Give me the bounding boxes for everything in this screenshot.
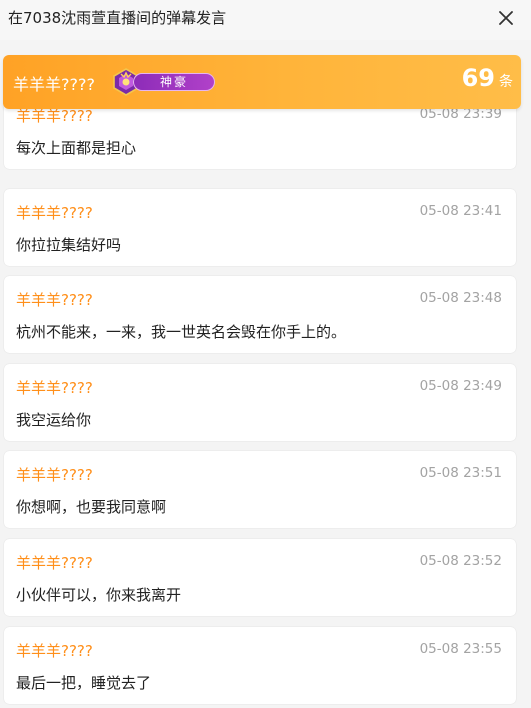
message-time: 05-08 23:41 bbox=[419, 203, 502, 219]
message-sender: 羊羊羊???? bbox=[16, 554, 93, 572]
message-text: 小伙伴可以，你来我离开 bbox=[16, 586, 182, 604]
message-sender: 羊羊羊???? bbox=[16, 379, 93, 397]
message-count-number: 69 bbox=[461, 64, 495, 92]
noble-badge: 神豪 bbox=[111, 68, 217, 96]
danmaku-history-window: 羊羊羊???? 05-08 23:39 每次上面都是担心 羊羊羊???? 05-… bbox=[0, 0, 531, 708]
title-bar: 在7038沈雨萱直播间的弹幕发言 bbox=[0, 0, 531, 40]
message-time: 05-08 23:49 bbox=[419, 378, 502, 394]
message-card: 羊羊羊???? 05-08 23:51 你想啊，也要我同意啊 bbox=[4, 451, 516, 528]
message-time: 05-08 23:48 bbox=[419, 290, 502, 306]
message-time: 05-08 23:52 bbox=[419, 553, 502, 569]
close-icon bbox=[499, 11, 513, 25]
badge-label: 神豪 bbox=[159, 75, 188, 89]
message-sender: 羊羊羊???? bbox=[16, 642, 93, 660]
message-count: 69 条 bbox=[462, 64, 513, 92]
message-text: 我空运给你 bbox=[16, 411, 92, 429]
window-title: 在7038沈雨萱直播间的弹幕发言 bbox=[8, 9, 227, 27]
message-text: 你拉拉集结好吗 bbox=[16, 236, 122, 254]
message-card: 羊羊羊???? 05-08 23:48 杭州不能来，一来，我一世英名会毁在你手上… bbox=[4, 276, 516, 353]
message-card: 羊羊羊???? 05-08 23:41 你拉拉集结好吗 bbox=[4, 189, 516, 266]
message-sender: 羊羊羊???? bbox=[16, 204, 93, 222]
message-card: 羊羊羊???? 05-08 23:49 我空运给你 bbox=[4, 364, 516, 441]
message-card: 羊羊羊???? 05-08 23:52 小伙伴可以，你来我离开 bbox=[4, 539, 516, 616]
message-text: 最后一把，睡觉去了 bbox=[16, 674, 152, 692]
message-time: 05-08 23:55 bbox=[419, 641, 502, 657]
user-header-bar: 羊羊羊???? 神豪 69 条 bbox=[3, 55, 521, 109]
message-text: 你想啊，也要我同意啊 bbox=[16, 498, 167, 516]
message-count-unit: 条 bbox=[499, 74, 513, 90]
message-text: 每次上面都是担心 bbox=[16, 139, 137, 157]
header-user-name: 羊羊羊???? bbox=[13, 75, 95, 94]
close-button[interactable] bbox=[493, 5, 519, 31]
message-sender: 羊羊羊???? bbox=[16, 466, 93, 484]
message-text: 杭州不能来，一来，我一世英名会毁在你手上的。 bbox=[16, 323, 347, 341]
message-time: 05-08 23:51 bbox=[419, 465, 502, 481]
message-card: 羊羊羊???? 05-08 23:55 最后一把，睡觉去了 bbox=[4, 627, 516, 704]
message-sender: 羊羊羊???? bbox=[16, 291, 93, 309]
